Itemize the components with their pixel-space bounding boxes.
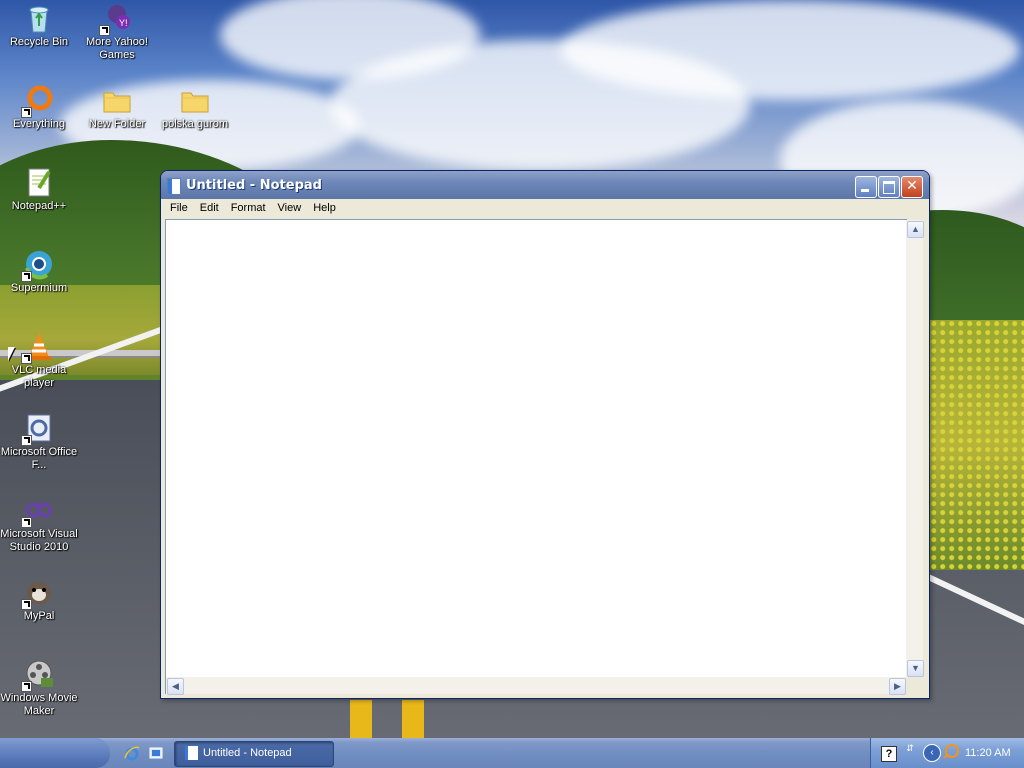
scroll-down-button[interactable]: ▼ (907, 660, 924, 677)
minimize-button[interactable] (855, 176, 877, 198)
desktop-icon-polska-gurom[interactable]: polska gurom (156, 84, 234, 131)
title-bar[interactable]: Untitled - Notepad ✕ (161, 171, 929, 199)
notepad-icon (167, 178, 181, 195)
menu-help[interactable]: Help (307, 199, 342, 216)
window-title: Untitled - Notepad (186, 178, 322, 193)
shortcut-arrow-icon (99, 25, 110, 36)
visual-studio-icon (21, 494, 55, 528)
menu-file[interactable]: File (164, 199, 194, 216)
help-icon[interactable]: ? (881, 746, 897, 762)
notepad-icon (185, 746, 198, 760)
recycle-bin-icon (23, 2, 55, 34)
wallpaper-center-line (402, 700, 424, 738)
desktop-icon-new-folder[interactable]: New Folder (78, 84, 156, 131)
close-button[interactable]: ✕ (901, 176, 923, 198)
notepad-plus-plus-icon (23, 166, 55, 198)
shortcut-arrow-icon (21, 271, 32, 282)
chevron-up-icon: ▲ (911, 224, 920, 234)
folder-icon (101, 84, 133, 116)
desktop-icon-mypal[interactable]: MyPal (0, 576, 78, 623)
shortcut-arrow-icon (21, 435, 32, 446)
everything-search-icon (21, 84, 55, 118)
desktop-icon-visual-studio[interactable]: Microsoft Visual Studio 2010 (0, 494, 78, 554)
network-icon[interactable]: ⇵ (905, 744, 915, 762)
desktop-icon-label: MyPal (23, 610, 55, 622)
yahoo-games-icon: Y! (99, 2, 133, 36)
menu-bar: File Edit Format View Help (164, 199, 926, 218)
desktop-icon-label: Microsoft Visual Studio 2010 (0, 528, 78, 553)
show-desktop-icon[interactable] (148, 745, 164, 761)
desktop-icon-microsoft-office[interactable]: Microsoft Office F... (0, 412, 78, 472)
desktop-icon-notepad-plus-plus[interactable]: Notepad++ (0, 166, 78, 213)
search-icon[interactable] (945, 744, 959, 758)
desktop-icon-label: New Folder (88, 118, 146, 130)
chevron-down-icon: ▼ (911, 663, 920, 673)
wallpaper-center-line (350, 700, 372, 738)
office-icon (21, 412, 55, 446)
movie-maker-icon (21, 658, 55, 692)
desktop-icon-supermium[interactable]: Supermium (0, 248, 78, 295)
shortcut-arrow-icon (21, 353, 32, 364)
chevron-right-icon: ▶ (894, 681, 901, 691)
maximize-icon (883, 181, 895, 194)
scroll-left-button[interactable]: ◀ (167, 678, 184, 695)
desktop-icon-movie-maker[interactable]: Windows Movie Maker (0, 658, 78, 718)
taskbar-button-notepad[interactable]: Untitled - Notepad (174, 741, 334, 767)
vlc-cone-icon (21, 330, 55, 364)
scroll-up-button[interactable]: ▲ (907, 221, 924, 238)
taskbar-button-label: Untitled - Notepad (203, 747, 292, 759)
desktop-icon-label: Notepad++ (11, 200, 67, 212)
notepad-window[interactable]: Untitled - Notepad ✕ File Edit Format View H… (160, 170, 930, 699)
desktop-icon-label: Microsoft Office F... (0, 446, 78, 471)
shortcut-arrow-icon (21, 107, 32, 118)
system-tray: ? ⇵ ‹ 11:20 AM (870, 738, 1024, 768)
text-editor-area[interactable] (165, 219, 907, 679)
supermium-browser-icon (21, 248, 55, 282)
close-icon: ✕ (906, 178, 918, 194)
vertical-scrollbar[interactable]: ▲ ▼ (906, 220, 924, 678)
desktop-icon-recycle-bin[interactable]: Recycle Bin (0, 2, 78, 49)
desktop-icon-label: Windows Movie Maker (0, 692, 78, 717)
menu-edit[interactable]: Edit (194, 199, 225, 216)
folder-icon (179, 84, 211, 116)
menu-view[interactable]: View (272, 199, 308, 216)
desktop-icon-label: Everything (13, 118, 65, 130)
desktop-icon-label: Supermium (10, 282, 68, 294)
minimize-icon (861, 189, 869, 192)
wallpaper-cloud (560, 0, 1020, 100)
desktop-icon-label: VLC media player (11, 364, 67, 389)
horizontal-scrollbar[interactable]: ◀ ▶ (165, 677, 907, 695)
desktop-icon-label: More Yahoo! Games (86, 36, 148, 61)
menu-format[interactable]: Format (225, 199, 272, 216)
maximize-button[interactable] (878, 176, 900, 198)
chevron-left-icon: ◀ (172, 681, 179, 691)
start-button[interactable] (0, 738, 110, 768)
desktop-icon-label: Recycle Bin (9, 36, 69, 48)
scroll-right-button[interactable]: ▶ (889, 678, 906, 695)
mypal-browser-icon (21, 576, 55, 610)
back-arrow-icon[interactable]: ‹ (923, 744, 941, 762)
taskbar: Untitled - Notepad ? ⇵ ‹ 11:20 AM (0, 738, 1024, 768)
shortcut-arrow-icon (21, 681, 32, 692)
desktop-icon-everything[interactable]: Everything (0, 84, 78, 131)
desktop-icon-label: polska gurom (161, 118, 229, 130)
size-grip[interactable] (906, 677, 923, 694)
clock[interactable]: 11:20 AM (965, 747, 1011, 759)
shortcut-arrow-icon (21, 599, 32, 610)
svg-text:Y!: Y! (119, 18, 128, 28)
shortcut-arrow-icon (21, 517, 32, 528)
mouse-pointer-icon (8, 347, 15, 361)
desktop-icon-yahoo-games[interactable]: Y! More Yahoo! Games (78, 2, 156, 62)
internet-explorer-icon[interactable] (124, 745, 140, 761)
